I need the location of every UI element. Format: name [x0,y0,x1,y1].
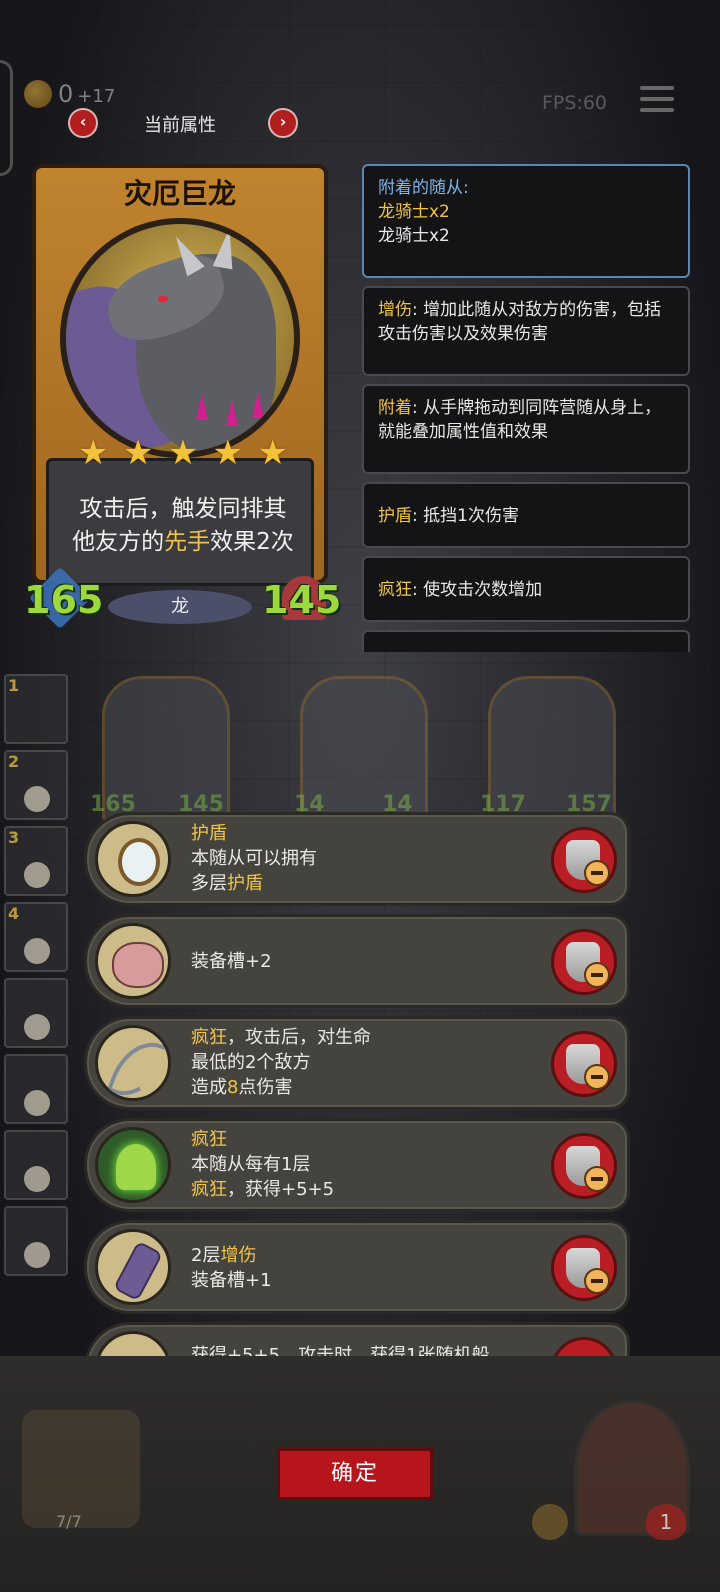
item-icon [95,821,171,897]
item-icon [95,1025,171,1101]
minus-icon [584,1064,610,1090]
keyword-damage-panel: 增伤: 增加此随从对敌方的伤害，包括攻击伤害以及效果伤害 [362,286,690,376]
attached-title: 附着的随从: [378,178,469,198]
pig-icon [112,942,164,988]
keyword: 疯狂 [378,580,412,600]
top-bar: 0 +17 FPS:60 [0,70,720,130]
tribe-label: 龙 [108,590,252,624]
attached-item: 龙骑士x2 [378,202,450,222]
prev-arrow-button[interactable]: ‹ [68,108,98,138]
spike-shape [252,392,264,418]
item-icon [95,1127,171,1203]
minion-name: 灾厄巨龙 [123,177,236,210]
deck-bag-icon[interactable] [22,1410,140,1528]
team-slot[interactable]: 4 [4,902,68,972]
gauntlet-icon [112,1240,164,1302]
remove-item-button[interactable] [551,1031,617,1097]
equipment-row-shield: 护盾 本随从可以拥有 多层护盾 [84,812,630,906]
item-text: 护盾 本随从可以拥有 多层护盾 [191,823,317,894]
item-text: 2层增伤 装备槽+1 [191,1245,272,1291]
minus-icon [584,962,610,988]
confirm-button[interactable]: 确定 [277,1448,433,1500]
attached-minions-panel: 附着的随从: 龙骑士x2 龙骑士x2 [362,164,690,278]
team-slot[interactable] [4,1054,68,1124]
star-icon: ★ [122,433,154,473]
item-icon [95,923,171,999]
equipment-row-frenzy-stack: 疯狂 本随从每有1层 疯狂，获得+5+5 [84,1118,630,1212]
keyword-desc: : 使攻击次数增加 [412,580,543,600]
health-value: 145 [262,578,342,622]
keyword: 护盾 [378,506,412,526]
fps-counter: FPS:60 [542,92,608,114]
bell-icon[interactable] [532,1504,568,1540]
keyword-shield-panel: 护盾: 抵挡1次伤害 [362,482,690,548]
skull-icon [24,1166,50,1192]
item-text: 装备槽+2 [191,951,272,972]
equipment-row-slot: 装备槽+2 [84,914,630,1008]
minus-icon [584,1166,610,1192]
equipment-row-damage: 2层增伤 装备槽+1 [84,1220,630,1314]
skull-icon [24,862,50,888]
keyword-attach-panel: 附着: 从手牌拖动到同阵营随从身上，就能叠加属性值和效果 [362,384,690,474]
team-slot[interactable]: 2 [4,750,68,820]
skull-icon [24,1242,50,1268]
minion-card: 灾厄巨龙 攻击后，触发同排其 他友方的先手效果2次 ★ ★ ★ ★ ★ 165 龙… [24,158,341,630]
remove-item-button[interactable] [551,827,617,893]
dragon-portrait [60,218,300,458]
ability-text: 攻击后，触发同排其 他友方的先手效果2次 [72,496,294,555]
blade-icon [106,1032,168,1098]
item-text: 获得+5+5，攻击时，获得1张随机船 [191,1345,490,1356]
info-panel-overflow [362,630,690,652]
remove-item-button[interactable] [551,929,617,995]
bag-count: 7/7 [56,1512,82,1531]
item-icon [95,1229,171,1305]
remove-item-button[interactable] [551,1133,617,1199]
team-slot[interactable]: 3 [4,826,68,896]
equipment-row-partial: 获得+5+5，攻击时，获得1张随机船 [84,1322,630,1356]
minus-icon [584,1268,610,1294]
keyword: 增伤 [378,300,412,320]
keyword-desc: : 抵挡1次伤害 [412,506,519,526]
keyword-desc: : 从手牌拖动到同阵营随从身上，就能叠加属性值和效果 [378,398,662,442]
star-icon: ★ [257,433,288,473]
skull-icon [24,786,50,812]
item-text: 疯狂 本随从每有1层 疯狂，获得+5+5 [191,1129,335,1200]
coin-icon [24,80,52,108]
next-arrow-button[interactable]: › [268,108,298,138]
item-text: 疯狂，攻击后，对生命 最低的2个敌方 造成8点伤害 [191,1027,371,1098]
star-icon: ★ [212,433,244,473]
star-icon: ★ [78,433,109,473]
team-slot[interactable] [4,978,68,1048]
minus-icon [584,860,610,886]
skull-icon [24,1014,50,1040]
remove-item-button[interactable] [551,1235,617,1301]
item-icon [95,1331,171,1356]
team-slot[interactable]: 1 [4,674,68,744]
spike-shape [226,400,238,426]
ghost-icon [116,1144,156,1190]
remove-item-button[interactable] [551,1337,617,1356]
coin-counter: 0 +17 [58,80,116,108]
mirror-icon [118,838,160,886]
spike-shape [196,394,208,420]
equipment-list[interactable]: 护盾 本随从可以拥有 多层护盾 装备槽+2 疯狂，攻击后，对生命 最低的2个敌方… [84,810,630,1356]
team-slot[interactable] [4,1206,68,1276]
keyword-desc: : 增加此随从对敌方的伤害，包括攻击伤害以及效果伤害 [378,300,662,344]
dragon-eye [158,296,168,302]
star-rating: ★ ★ ★ ★ ★ [78,436,288,470]
equipment-row-frenzy: 疯狂，攻击后，对生命 最低的2个敌方 造成8点伤害 [84,1016,630,1110]
ability-box: 攻击后，触发同排其 他友方的先手效果2次 [46,458,314,586]
lives-badge: 1 [646,1504,686,1540]
keyword-frenzy-panel: 疯狂: 使攻击次数增加 [362,556,690,622]
menu-icon[interactable] [640,86,674,114]
team-slot[interactable] [4,1130,68,1200]
skull-icon [24,938,50,964]
attached-item: 龙骑士x2 [378,226,450,246]
star-icon: ★ [167,433,199,473]
panel-title: 当前属性 [144,115,216,136]
skull-icon [24,1090,50,1116]
keyword: 附着 [378,398,412,418]
attack-value: 165 [24,578,104,622]
